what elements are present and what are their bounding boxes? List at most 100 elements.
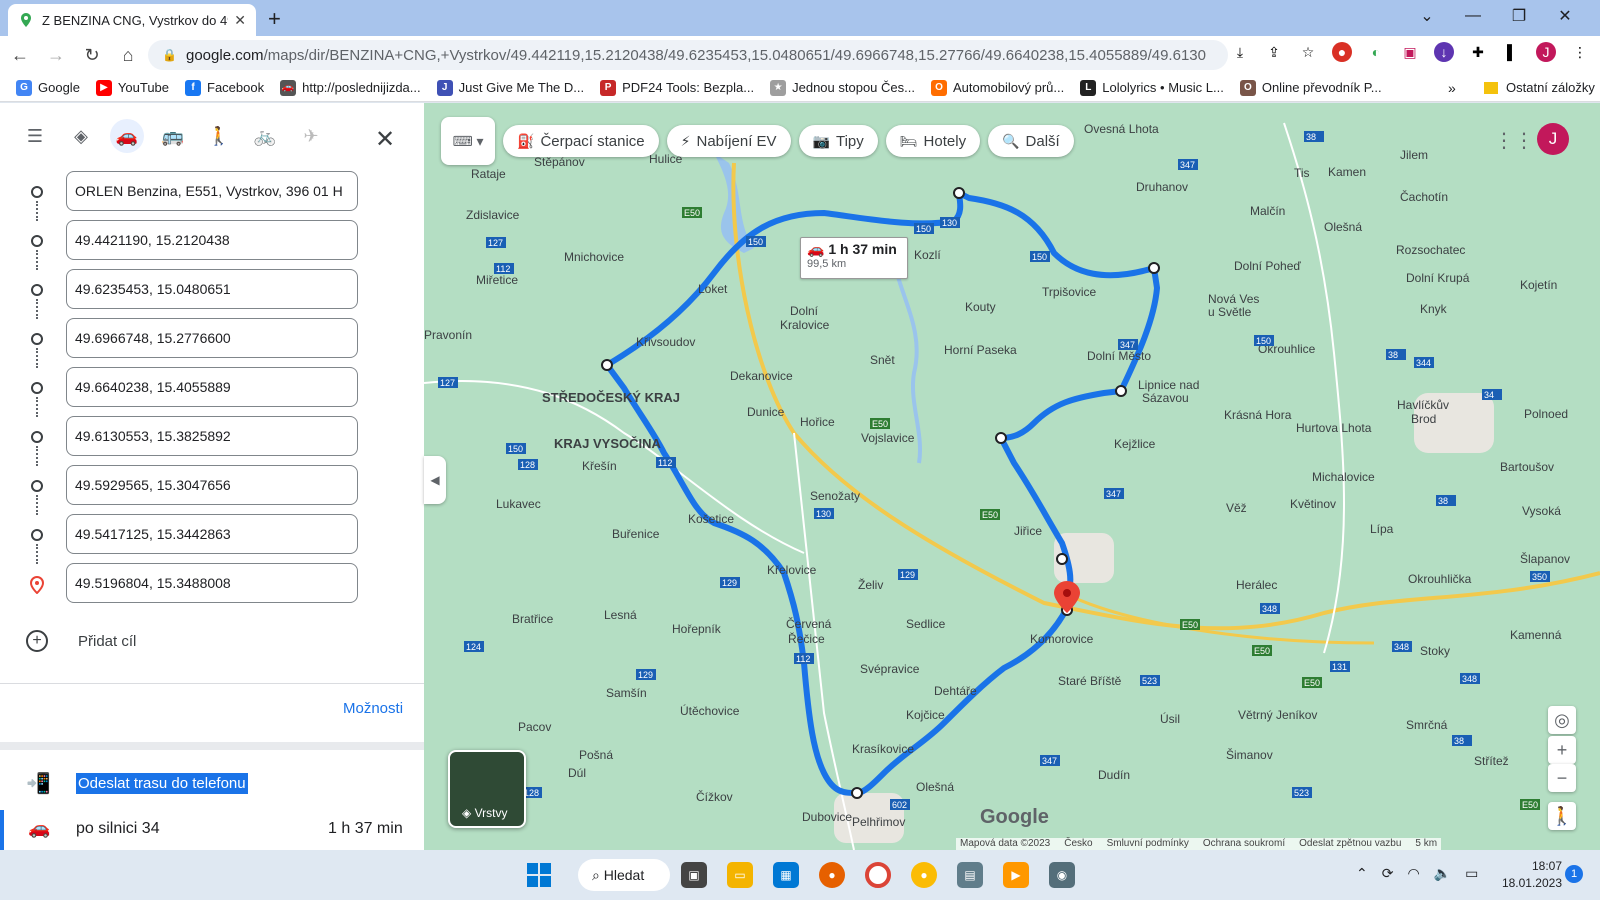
add-stop-button[interactable]: + Přidat cíl	[26, 630, 136, 652]
browser-tab[interactable]: Z BENZINA CNG, Vystrkov do 49 ✕	[8, 4, 256, 36]
waypoint[interactable]	[1056, 553, 1068, 565]
stop-input[interactable]: 49.6966748, 15.2776600	[66, 318, 358, 358]
pegman-icon[interactable]: 🚶	[1548, 802, 1576, 830]
cycling-mode-icon[interactable]: 🚲	[248, 119, 282, 153]
store-icon[interactable]: ▦	[773, 862, 799, 888]
map-chip[interactable]: ⛽ Čerpací stanice	[503, 125, 659, 157]
stop-input[interactable]: 49.5929565, 15.3047656	[66, 465, 358, 505]
side-panel-icon[interactable]: ▌	[1502, 42, 1522, 62]
reload-icon[interactable]: ↻	[76, 39, 108, 71]
minimize-icon[interactable]: —	[1450, 0, 1496, 32]
home-icon[interactable]: ⌂	[112, 39, 144, 71]
best-route-icon[interactable]: ◈	[64, 119, 98, 153]
send-to-phone-row[interactable]: 📲 Odeslat trasu do telefonu	[0, 753, 424, 813]
taskbar-search[interactable]: ⌕ Hledat	[578, 859, 670, 891]
options-button[interactable]: Možnosti	[343, 700, 403, 717]
other-bookmarks[interactable]: Ostatní záložky	[1484, 80, 1595, 95]
extensions-puzzle-icon[interactable]: ✚	[1468, 42, 1488, 62]
share-icon[interactable]: ⇪	[1264, 42, 1284, 62]
map-chip[interactable]: 🛏 Hotely	[885, 125, 981, 157]
collapse-panel-button[interactable]: ◀	[424, 456, 446, 504]
menu-kebab-icon[interactable]: ⋮	[1570, 42, 1590, 62]
layers-button[interactable]: ◈ Vrstvy	[448, 750, 526, 828]
stop-input[interactable]: 49.5417125, 15.3442863	[66, 514, 358, 554]
close-directions-icon[interactable]: ✕	[375, 125, 395, 154]
restore-icon[interactable]: ❐	[1496, 0, 1542, 32]
clock[interactable]: 18:07 18.01.2023	[1490, 858, 1562, 892]
tab-search-icon[interactable]: ⌄	[1404, 0, 1450, 32]
bookmark-item[interactable]: O Online převodník P...	[1239, 79, 1382, 96]
waypoint[interactable]	[995, 432, 1007, 444]
window-close-icon[interactable]: ✕	[1542, 0, 1588, 32]
attribution-item[interactable]: Ochrana soukromí	[1203, 838, 1285, 850]
calculator-icon[interactable]: ▤	[957, 862, 983, 888]
profile-avatar[interactable]: J	[1536, 42, 1556, 62]
media-player-icon[interactable]: ▶	[1003, 862, 1029, 888]
bookmark-item[interactable]: O Automobilový prů...	[930, 79, 1064, 96]
chrome-icon[interactable]	[865, 862, 891, 888]
bookmark-item[interactable]: G Google	[16, 79, 80, 96]
attribution-item[interactable]: Odeslat zpětnou vazbu	[1299, 838, 1401, 850]
stop-input[interactable]: 49.4421190, 15.2120438	[66, 220, 358, 260]
my-location-icon[interactable]: ◎	[1548, 706, 1576, 734]
bookmark-item[interactable]: 🚗 http://poslednijizda...	[280, 79, 421, 96]
tab-close-icon[interactable]: ✕	[234, 12, 246, 29]
bookmark-item[interactable]: ★ Jednou stopou Čes...	[770, 79, 915, 96]
waypoint[interactable]	[953, 187, 965, 199]
zoom-out-button[interactable]: −	[1548, 764, 1576, 792]
flight-mode-icon[interactable]: ✈	[294, 119, 328, 153]
waypoint[interactable]	[1115, 385, 1127, 397]
extension-download-icon[interactable]: ↓	[1434, 42, 1454, 62]
chevron-up-icon[interactable]: ⌃	[1356, 865, 1368, 882]
extension-globe-icon[interactable]: ◐	[1366, 42, 1386, 62]
driving-mode-icon[interactable]: 🚗	[110, 119, 144, 153]
bookmark-star-icon[interactable]: ☆	[1298, 42, 1318, 62]
windows-start-icon[interactable]	[526, 862, 552, 888]
volume-icon[interactable]: 🔈	[1434, 865, 1451, 882]
stop-input[interactable]: 49.6235453, 15.0480651	[66, 269, 358, 309]
stop-input[interactable]: 49.5196804, 15.3488008	[66, 563, 358, 603]
attribution-item[interactable]: Smluvní podmínky	[1107, 838, 1189, 850]
task-view-icon[interactable]: ▣	[681, 862, 707, 888]
wifi-icon[interactable]: ◠	[1407, 865, 1419, 882]
route-option[interactable]: 🚗 po silnici 34 1 h 37 min	[0, 810, 424, 850]
waypoint[interactable]	[1148, 262, 1160, 274]
bookmark-item[interactable]: ▶ YouTube	[95, 79, 169, 96]
stop-input[interactable]: 49.6130553, 15.3825892	[66, 416, 358, 456]
camera-icon[interactable]: ◉	[1049, 862, 1075, 888]
bookmark-item[interactable]: P PDF24 Tools: Bezpla...	[600, 79, 754, 96]
bookmarks-more-icon[interactable]: »	[1448, 80, 1456, 96]
transit-mode-icon[interactable]: 🚌	[156, 119, 190, 153]
keyboard-icon[interactable]: ⌨ ▾	[441, 117, 495, 165]
firefox-icon[interactable]: ●	[819, 862, 845, 888]
walking-mode-icon[interactable]: 🚶	[202, 119, 236, 153]
install-icon[interactable]: ⤓	[1230, 42, 1250, 62]
back-icon[interactable]: ←	[4, 39, 36, 71]
map-chip[interactable]: 🔍 Další	[988, 125, 1074, 157]
bookmark-item[interactable]: L Lololyrics • Music L...	[1080, 79, 1224, 96]
waypoint[interactable]	[601, 359, 613, 371]
bookmark-item[interactable]: J Just Give Me The D...	[436, 79, 584, 96]
waypoint[interactable]	[851, 787, 863, 799]
map-chip[interactable]: ⚡ Nabíjení EV	[666, 125, 791, 157]
account-avatar[interactable]: J	[1537, 123, 1569, 155]
bookmark-item[interactable]: f Facebook	[185, 79, 264, 96]
zoom-in-button[interactable]: +	[1548, 736, 1576, 764]
sync-icon[interactable]: ⟳	[1382, 865, 1394, 882]
attribution-item[interactable]: 5 km	[1415, 838, 1437, 850]
lock-icon[interactable]: 🔒	[162, 48, 177, 62]
forward-icon[interactable]: →	[40, 39, 72, 71]
battery-icon[interactable]: ▭	[1465, 865, 1478, 882]
address-bar[interactable]: 🔒 google.com/maps/dir/BENZINA+CNG,+Vystr…	[148, 40, 1228, 70]
extension-red-icon[interactable]: ●	[1332, 42, 1352, 62]
canary-icon[interactable]: ●	[911, 862, 937, 888]
stop-input[interactable]: 49.6640238, 15.4055889	[66, 367, 358, 407]
notification-badge[interactable]: 1	[1565, 865, 1583, 883]
map-chip[interactable]: 📷 Tipy	[798, 125, 878, 157]
menu-hamburger-icon[interactable]: ☰	[18, 119, 52, 153]
new-tab-icon[interactable]: +	[268, 6, 281, 32]
file-explorer-icon[interactable]: ▭	[727, 862, 753, 888]
extension-shield-icon[interactable]: ▣	[1400, 42, 1420, 62]
route-summary-callout[interactable]: 🚗 1 h 37 min 99,5 km	[800, 237, 908, 279]
map-canvas[interactable]: Ovesná Lhota Štěpánov Hulice Rataje Zdis…	[424, 103, 1600, 850]
